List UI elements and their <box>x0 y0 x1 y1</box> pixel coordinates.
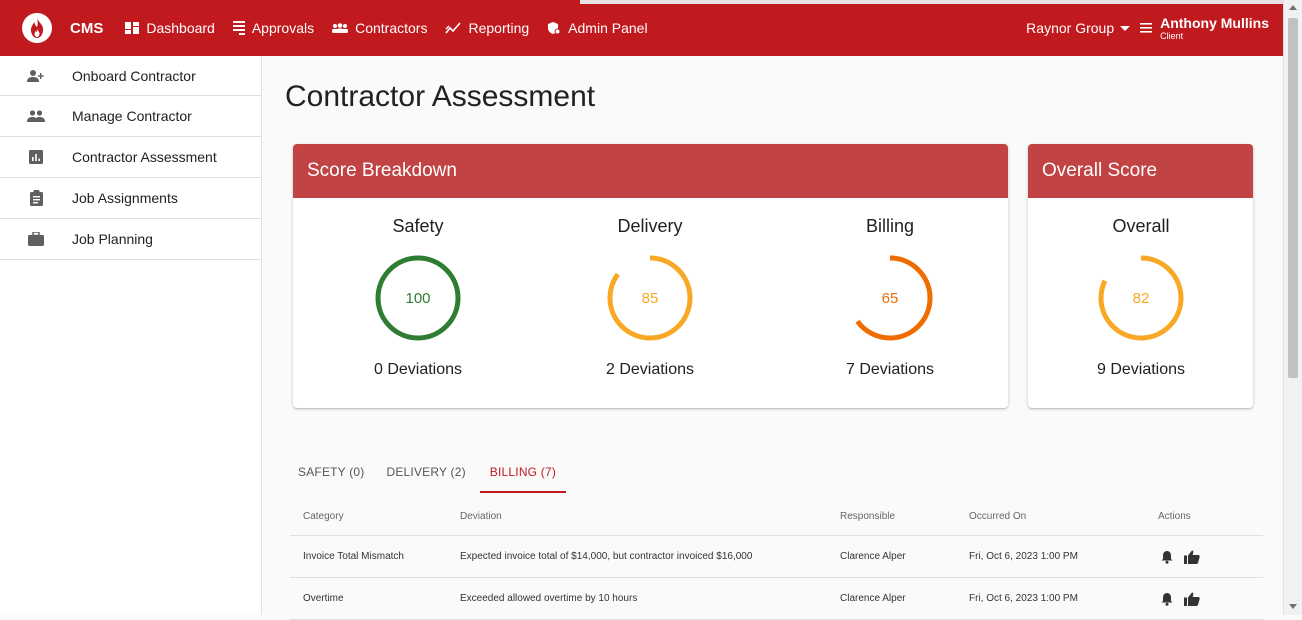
deviations-table: Category Deviation Responsible Occurred … <box>290 498 1263 620</box>
flame-icon[interactable] <box>22 13 52 43</box>
score-breakdown-header: Score Breakdown <box>293 144 1008 198</box>
metric-deviations: 2 Deviations <box>605 361 695 378</box>
billing-gauge: 65 <box>845 253 935 343</box>
safety-gauge: 100 <box>373 253 463 343</box>
sidebar-item-job-planning[interactable]: Job Planning <box>0 219 261 260</box>
sidebar: Onboard Contractor Manage Contractor Con… <box>0 56 262 615</box>
caret-down-icon <box>1120 25 1131 31</box>
clipboard-icon <box>24 190 48 206</box>
scrollbar-thumb[interactable] <box>1288 18 1298 378</box>
nav-dashboard[interactable]: Dashboard <box>125 20 215 36</box>
overall-score-header: Overall Score <box>1028 144 1253 198</box>
menu-icon[interactable] <box>1140 23 1153 33</box>
nav-label: Admin Panel <box>568 20 648 36</box>
header-actions: Actions <box>1158 511 1191 522</box>
user-name: Anthony Mullins <box>1160 15 1269 31</box>
nav-label: Dashboard <box>146 20 215 36</box>
dashboard-icon <box>125 22 140 34</box>
table-header-row: Category Deviation Responsible Occurred … <box>290 498 1263 536</box>
table-row: Invoice Total Mismatch Expected invoice … <box>290 536 1263 578</box>
gauge-value: 65 <box>881 289 899 307</box>
score-breakdown-card: Score Breakdown Safety 100 0 Deviations … <box>293 144 1008 408</box>
tab-safety[interactable]: SAFETY (0) <box>288 455 374 493</box>
nav-reporting[interactable]: Reporting <box>445 20 529 36</box>
cell-occurred-on: Fri, Oct 6, 2023 1:00 PM <box>969 551 1078 562</box>
sidebar-item-manage-contractor[interactable]: Manage Contractor <box>0 96 261 137</box>
nav-label: Approvals <box>251 20 315 36</box>
sidebar-item-label: Onboard Contractor <box>72 67 196 84</box>
nav-label: Reporting <box>468 20 530 36</box>
thumbs-up-icon[interactable] <box>1184 550 1200 564</box>
approvals-icon <box>232 21 245 35</box>
metric-title: Safety <box>392 216 444 236</box>
top-right-area: Raynor Group Anthony Mullins Client <box>1026 15 1269 41</box>
nav-label: Contractors <box>355 20 428 36</box>
sidebar-item-label: Contractor Assessment <box>72 149 217 165</box>
user-role: Client <box>1160 31 1184 41</box>
metric-deviations: 0 Deviations <box>373 361 463 378</box>
header-occurred-on: Occurred On <box>969 511 1027 522</box>
overall-metric: Overall 82 9 Deviations <box>1028 198 1253 379</box>
sidebar-item-label: Job Planning <box>72 231 153 247</box>
sidebar-item-job-assignments[interactable]: Job Assignments <box>0 178 261 219</box>
scroll-down-arrow-icon[interactable] <box>1289 604 1297 609</box>
sidebar-item-label: Manage Contractor <box>72 108 192 124</box>
cell-responsible: Clarence Alper <box>840 551 906 562</box>
page-scrollbar[interactable] <box>1283 0 1302 615</box>
safety-metric: Safety 100 0 Deviations <box>298 198 538 379</box>
page-title: Contractor Assessment <box>285 80 596 113</box>
person-add-icon <box>24 69 48 83</box>
metric-deviations: 7 Deviations <box>845 361 935 378</box>
bar-chart-icon <box>24 150 48 164</box>
overall-gauge: 82 <box>1096 253 1186 343</box>
metric-title: Delivery <box>617 216 683 236</box>
metric-title: Overall <box>1112 216 1170 236</box>
billing-metric: Billing 65 7 Deviations <box>770 198 1008 379</box>
scroll-up-arrow-icon[interactable] <box>1289 5 1297 10</box>
table-row: Overtime Exceeded allowed overtime by 10… <box>290 578 1263 620</box>
gauge-value: 82 <box>1132 289 1150 307</box>
gauge-value: 85 <box>641 289 659 307</box>
bell-icon[interactable] <box>1161 592 1173 606</box>
gauge-value: 100 <box>405 289 431 307</box>
header-responsible: Responsible <box>840 511 896 522</box>
user-menu[interactable]: Anthony Mullins Client <box>1160 15 1269 41</box>
metric-title: Billing <box>865 216 915 236</box>
cell-category: Invoice Total Mismatch <box>303 551 404 562</box>
cell-deviation: Exceeded allowed overtime by 10 hours <box>460 593 638 604</box>
reporting-icon <box>445 22 462 34</box>
admin-icon <box>548 22 561 35</box>
cell-occurred-on: Fri, Oct 6, 2023 1:00 PM <box>969 593 1078 604</box>
contractors-icon <box>332 23 349 33</box>
bell-icon[interactable] <box>1161 550 1173 564</box>
overall-score-card: Overall Score Overall 82 9 Deviations <box>1028 144 1253 408</box>
tab-delivery[interactable]: DELIVERY (2) <box>376 455 475 493</box>
sidebar-item-label: Job Assignments <box>72 190 178 206</box>
nav-approvals[interactable]: Approvals <box>232 20 315 36</box>
header-deviation: Deviation <box>460 511 502 522</box>
nav-admin-panel[interactable]: Admin Panel <box>547 20 648 36</box>
delivery-metric: Delivery 85 2 Deviations <box>530 198 770 379</box>
app-name[interactable]: CMS <box>70 20 103 37</box>
cell-deviation: Expected invoice total of $14,000, but c… <box>460 551 753 562</box>
sidebar-item-onboard-contractor[interactable]: Onboard Contractor <box>0 56 261 96</box>
cell-responsible: Clarence Alper <box>840 593 906 604</box>
metric-deviations: 9 Deviations <box>1096 361 1186 378</box>
top-accent-strip <box>580 0 1283 4</box>
briefcase-icon <box>24 232 48 246</box>
org-selector[interactable]: Raynor Group <box>1026 20 1131 36</box>
nav-contractors[interactable]: Contractors <box>332 20 427 36</box>
tab-billing[interactable]: BILLING (7) <box>479 455 567 493</box>
cell-actions <box>1138 550 1263 564</box>
org-name: Raynor Group <box>1026 20 1115 36</box>
deviation-tabs: SAFETY (0) DELIVERY (2) BILLING (7) <box>288 455 567 493</box>
thumbs-up-icon[interactable] <box>1184 592 1200 606</box>
people-icon <box>24 110 48 122</box>
cell-category: Overtime <box>303 593 344 604</box>
header-category: Category <box>303 511 344 522</box>
cell-actions <box>1138 592 1263 606</box>
delivery-gauge: 85 <box>605 253 695 343</box>
top-app-bar: CMS Dashboard Approvals Contractors Repo… <box>0 0 1283 56</box>
sidebar-item-contractor-assessment[interactable]: Contractor Assessment <box>0 137 261 178</box>
